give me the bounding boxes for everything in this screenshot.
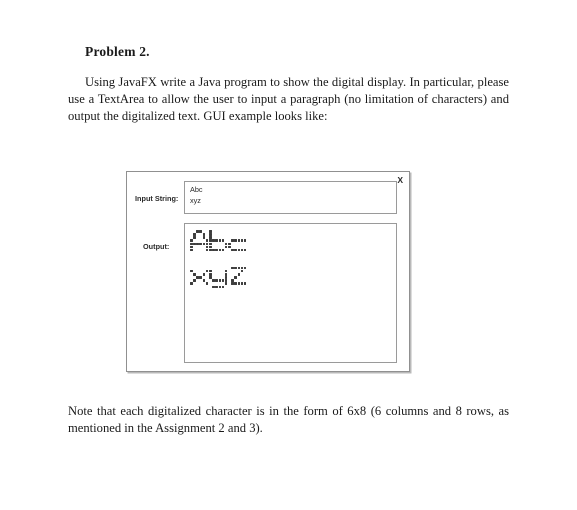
dot-off bbox=[244, 264, 247, 267]
dot-on bbox=[215, 285, 218, 289]
input-string-textarea[interactable]: Abc xyz bbox=[184, 181, 397, 214]
dot-on bbox=[205, 245, 209, 249]
assignment-note: Note that each digitalized character is … bbox=[68, 404, 509, 436]
page-title: Problem 2. bbox=[85, 44, 150, 59]
dot-on bbox=[224, 242, 228, 246]
document-body: Problem 2. Using JavaFX write a Java pro… bbox=[68, 44, 509, 126]
dot-matrix-glyph-A bbox=[190, 230, 209, 255]
gui-mockup-window: X Input String: Abc xyz Output: bbox=[126, 171, 410, 372]
dot-off bbox=[244, 286, 247, 289]
dot-matrix-glyph-c bbox=[228, 230, 247, 255]
dot-off bbox=[225, 239, 228, 242]
dot-matrix-glyph-z bbox=[228, 264, 247, 289]
dot-off bbox=[206, 252, 209, 255]
dot-off bbox=[225, 286, 228, 289]
dot-matrix-glyph-y bbox=[209, 264, 228, 289]
input-line: xyz bbox=[190, 195, 201, 205]
dot-off bbox=[206, 286, 209, 289]
dot-on bbox=[218, 285, 222, 289]
dot-off bbox=[244, 246, 247, 249]
dot-matrix-glyph-x bbox=[190, 264, 209, 289]
dot-off bbox=[244, 252, 247, 255]
dot-matrix-line bbox=[190, 264, 391, 289]
dot-matrix-glyph-b bbox=[209, 230, 228, 255]
close-icon[interactable]: X bbox=[397, 175, 403, 185]
dot-on bbox=[205, 242, 209, 246]
input-line: Abc bbox=[190, 185, 203, 194]
dot-matrix-line bbox=[190, 230, 391, 255]
dot-off bbox=[206, 267, 209, 270]
dot-off bbox=[203, 239, 206, 242]
dot-off bbox=[225, 252, 228, 255]
dot-on bbox=[205, 239, 209, 243]
dot-off bbox=[225, 267, 228, 270]
output-label: Output: bbox=[143, 242, 170, 251]
output-textarea[interactable] bbox=[184, 223, 397, 363]
problem-paragraph: Using JavaFX write a Java program to sho… bbox=[68, 75, 509, 124]
input-string-label: Input String: bbox=[135, 194, 179, 203]
